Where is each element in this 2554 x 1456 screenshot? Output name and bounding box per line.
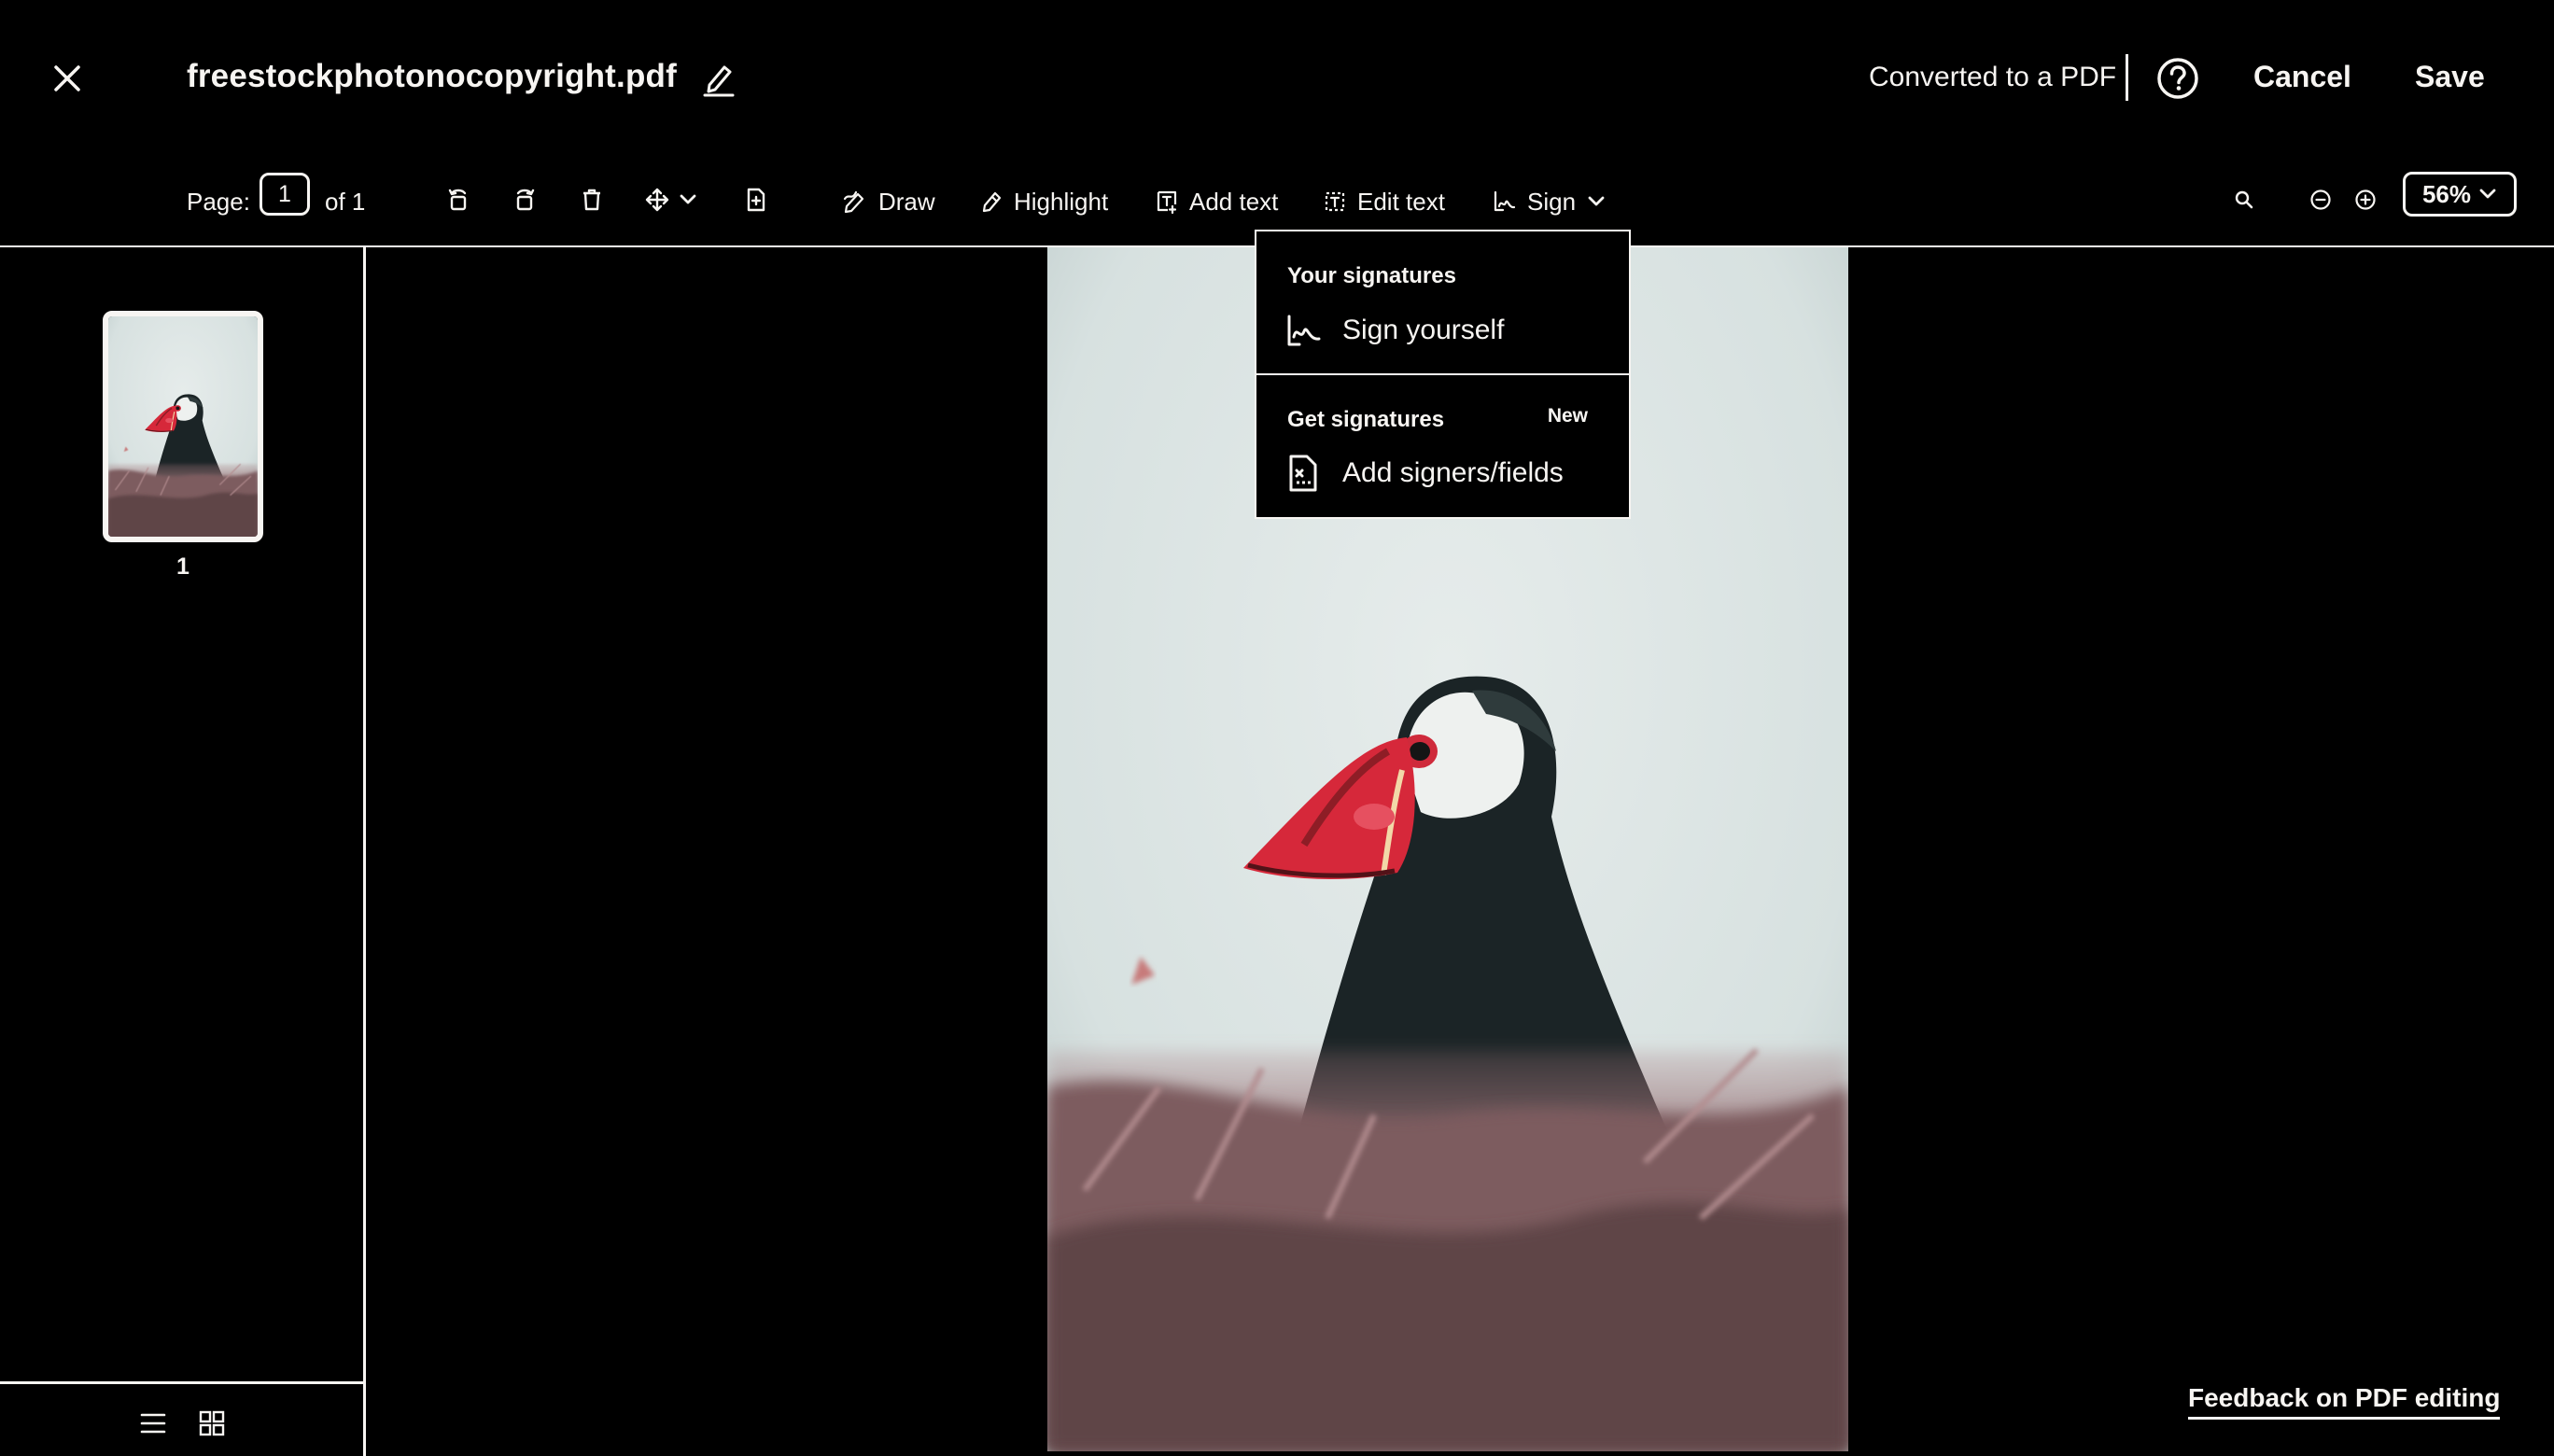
document-signers-icon (1289, 455, 1317, 492)
highlight-label: Highlight (1014, 187, 1109, 216)
chevron-down-icon (1588, 196, 1605, 206)
sign-yourself-label: Sign yourself (1342, 315, 1505, 345)
your-signatures-title: Your signatures (1287, 263, 1456, 288)
highlight-icon (982, 191, 1002, 213)
highlight-tool-button[interactable]: Highlight (980, 183, 1108, 220)
draw-label: Draw (878, 187, 935, 216)
add-signers-label: Add signers/fields (1342, 457, 1564, 488)
thumbnail-page-number: 1 (176, 553, 189, 580)
add-text-label: Add text (1189, 187, 1279, 216)
help-icon (2157, 58, 2198, 99)
get-signatures-title: Get signatures (1287, 407, 1445, 432)
page-total: of 1 (325, 187, 366, 216)
sidebar-view-switcher (0, 1381, 363, 1456)
rotate-left-button[interactable] (438, 179, 479, 220)
search-icon (2235, 190, 2253, 209)
sign-dropdown-menu: Your signatures Sign yourself Get signat… (1255, 230, 1631, 519)
edit-text-label: Edit text (1357, 187, 1445, 216)
draw-icon (843, 190, 864, 214)
page-label: Page: (187, 187, 250, 216)
signature-icon (1287, 315, 1321, 346)
insert-page-icon (747, 188, 765, 212)
header-divider (2126, 54, 2128, 101)
dropdown-divider (1256, 373, 1629, 375)
zoom-value: 56% (2421, 179, 2472, 208)
draw-tool-button[interactable]: Draw (843, 183, 935, 220)
move-icon (645, 188, 669, 212)
add-signers-option[interactable]: Add signers/fields (1284, 450, 1602, 497)
rename-button[interactable] (702, 60, 736, 97)
cancel-button[interactable]: Cancel (2253, 60, 2351, 94)
close-icon (54, 65, 80, 91)
grid-view-button[interactable] (193, 1405, 231, 1442)
save-button[interactable]: Save (2415, 60, 2485, 94)
add-text-icon (1157, 190, 1177, 214)
trash-icon (583, 189, 600, 211)
zoom-in-button[interactable] (2345, 179, 2386, 220)
edit-text-tool-button[interactable]: Edit text (1324, 183, 1445, 220)
page-thumbnail[interactable] (103, 311, 263, 542)
sign-menu-button[interactable]: Sign (1492, 183, 1606, 220)
page-thumbnail-sidebar: 1 (0, 247, 366, 1456)
edit-text-icon (1325, 191, 1345, 212)
rotate-right-icon (516, 189, 535, 211)
delete-page-button[interactable] (571, 179, 612, 220)
file-name: freestockphotonocopyright.pdf (187, 58, 677, 94)
zoom-in-icon (2355, 189, 2376, 210)
feedback-link[interactable]: Feedback on PDF editing (2188, 1383, 2501, 1420)
zoom-level-select[interactable]: 56% (2403, 172, 2517, 217)
rotate-right-button[interactable] (504, 179, 545, 220)
close-button[interactable] (47, 58, 88, 99)
grid-view-icon (199, 1410, 225, 1436)
zoom-out-icon (2310, 189, 2331, 210)
thumbnail-image (108, 316, 258, 537)
list-view-icon (140, 1413, 166, 1434)
list-view-button[interactable] (134, 1405, 172, 1442)
move-page-button[interactable] (638, 179, 704, 220)
add-text-tool-button[interactable]: Add text (1156, 183, 1278, 220)
sign-icon (1494, 190, 1516, 212)
page-number-input[interactable] (260, 173, 310, 216)
new-badge: New (1547, 405, 1588, 427)
conversion-status: Converted to a PDF (1869, 62, 2117, 92)
editor-header: freestockphotonocopyright.pdf Converted … (0, 0, 2554, 157)
pencil-icon (703, 65, 735, 97)
insert-page-button[interactable] (736, 179, 777, 220)
rotate-left-icon (448, 189, 467, 211)
search-button[interactable] (2224, 179, 2265, 220)
sign-yourself-option[interactable]: Sign yourself (1284, 307, 1602, 354)
chevron-down-icon (680, 194, 696, 204)
chevron-down-icon (2479, 189, 2496, 199)
help-button[interactable] (2156, 57, 2199, 100)
zoom-out-button[interactable] (2300, 179, 2341, 220)
sign-label: Sign (1527, 187, 1577, 216)
